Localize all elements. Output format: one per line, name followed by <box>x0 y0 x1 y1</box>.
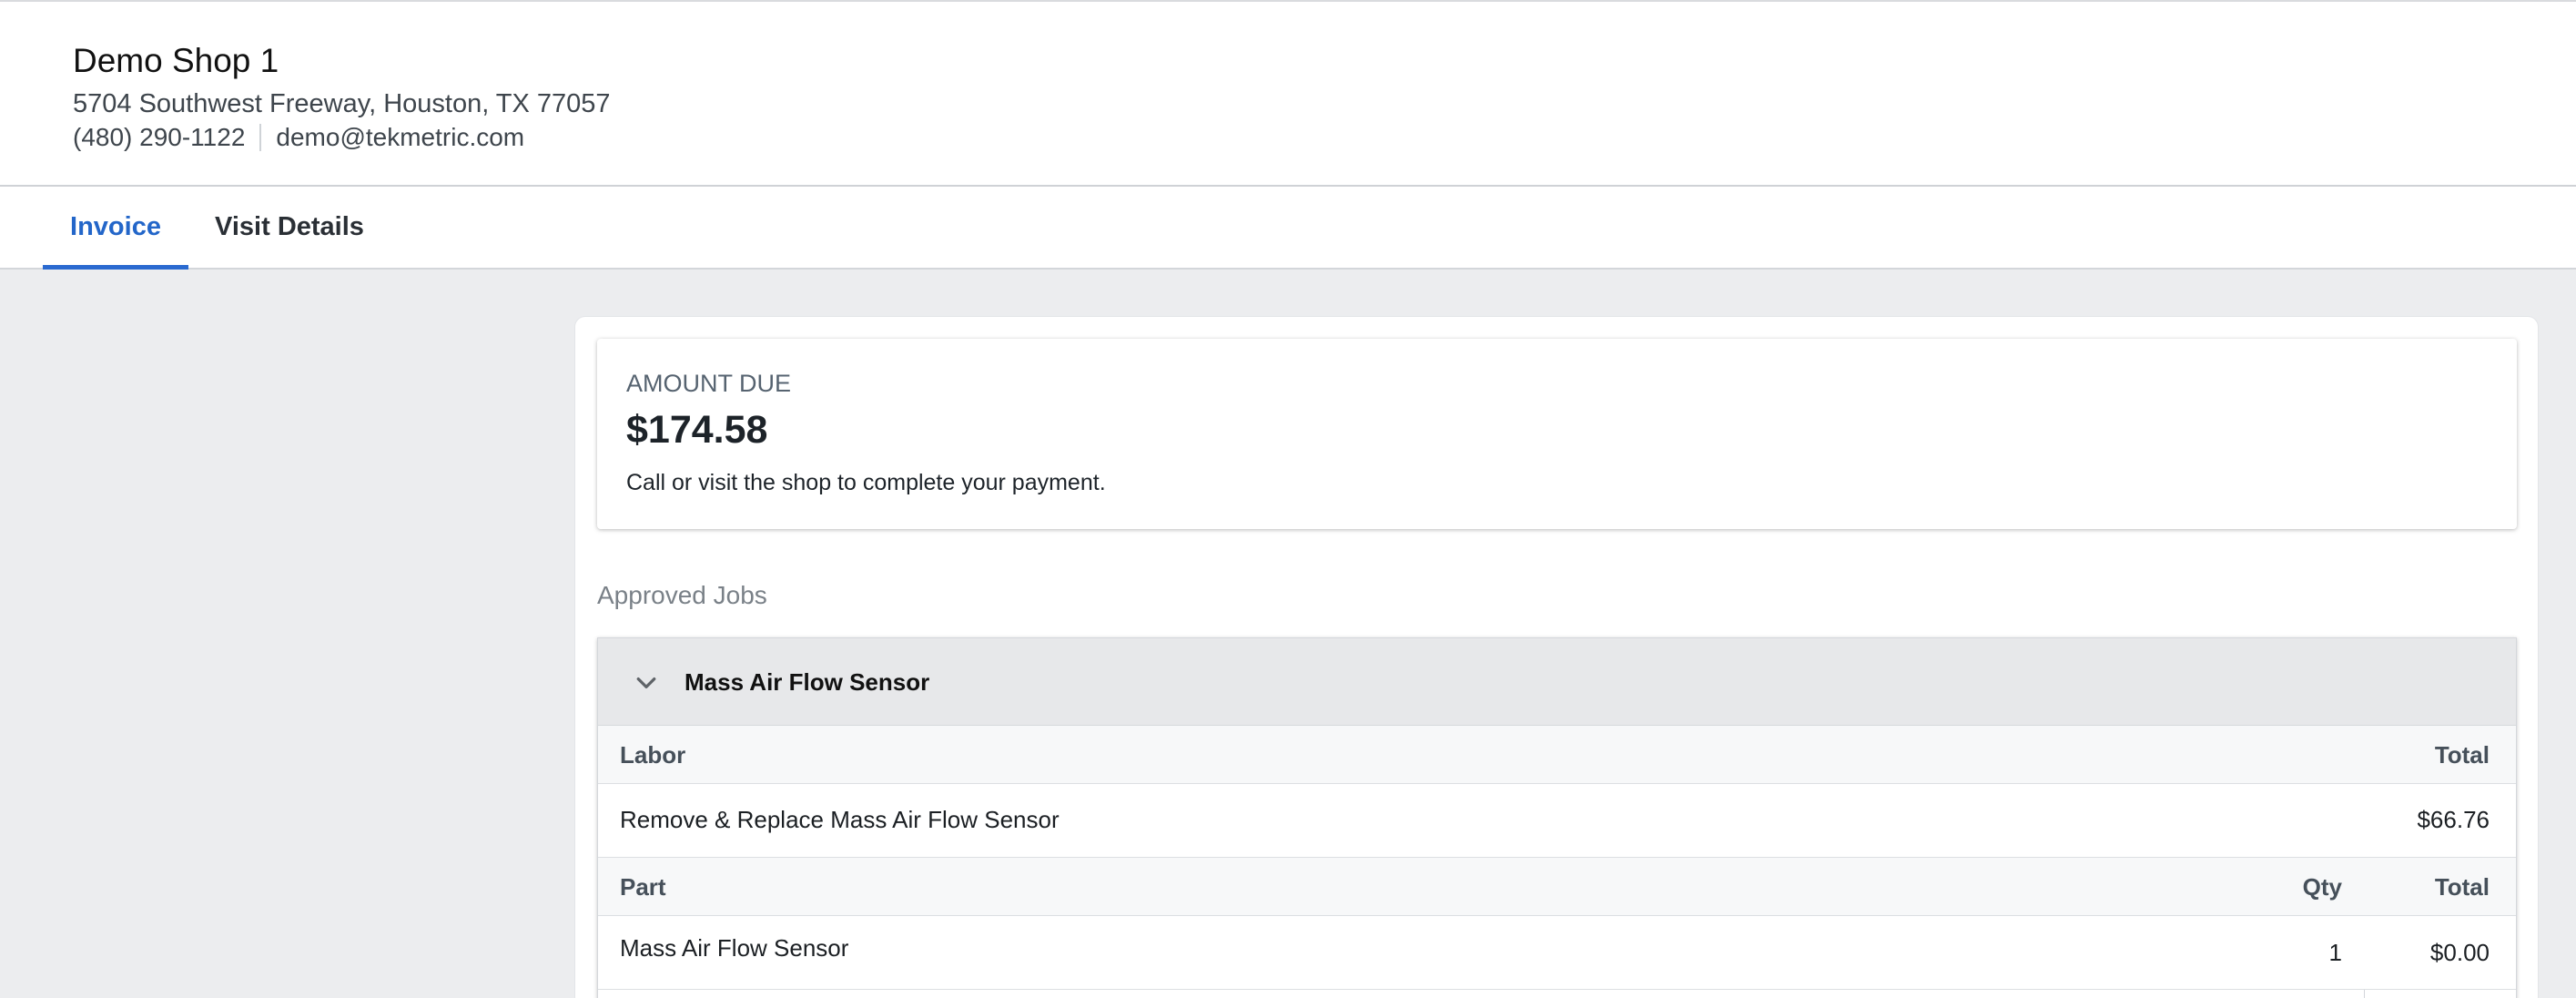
labor-column-header: Labor <box>620 741 686 769</box>
part-item-total: $0.00 <box>2429 939 2490 966</box>
part-row: Mass Air Flow Sensor 1 $0.00 <box>598 916 2516 990</box>
parts-header-row: Part Qty Total <box>598 858 2516 916</box>
qty-column-header: Qty <box>2302 873 2342 901</box>
shop-phone[interactable]: (480) 290-1122 <box>73 123 245 152</box>
shop-address: 5704 Southwest Freeway, Houston, TX 7705… <box>73 89 611 118</box>
shop-header: Demo Shop 1 5704 Southwest Freeway, Hous… <box>0 2 2576 185</box>
part-total-header: Total <box>2434 873 2490 901</box>
part-column-header: Part <box>620 873 666 901</box>
labor-item-name: Remove & Replace Mass Air Flow Sensor <box>620 806 1060 833</box>
amount-due-value: $174.58 <box>626 408 768 452</box>
contact-divider <box>259 124 262 151</box>
labor-total-header: Total <box>2434 741 2490 769</box>
labor-header-row: Labor Total <box>598 726 2516 784</box>
approved-jobs-title: Approved Jobs <box>597 581 767 609</box>
payment-note: Call or visit the shop to complete your … <box>626 470 1106 495</box>
tab-invoice[interactable]: Invoice <box>43 187 188 270</box>
job-card: Mass Air Flow Sensor Labor Total Remove … <box>597 637 2517 998</box>
shop-name: Demo Shop 1 <box>73 42 279 79</box>
shop-contact: (480) 290-1122 demo@tekmetric.com <box>73 122 524 153</box>
tab-bar: Invoice Visit Details <box>0 187 2576 270</box>
invoice-panel: AMOUNT DUE $174.58 Call or visit the sho… <box>574 316 2539 998</box>
job-title: Mass Air Flow Sensor <box>685 668 930 696</box>
labor-item-total: $66.76 <box>2417 806 2490 833</box>
part-item-name: Mass Air Flow Sensor <box>620 934 849 962</box>
column-divider <box>2364 990 2365 998</box>
job-header[interactable]: Mass Air Flow Sensor <box>598 638 2516 726</box>
chevron-down-icon[interactable] <box>633 669 660 697</box>
shop-email[interactable]: demo@tekmetric.com <box>276 123 524 152</box>
amount-due-card: AMOUNT DUE $174.58 Call or visit the sho… <box>597 339 2517 529</box>
tab-visit-details[interactable]: Visit Details <box>198 187 380 268</box>
labor-row: Remove & Replace Mass Air Flow Sensor $6… <box>598 784 2516 858</box>
part-item-qty: 1 <box>2328 939 2342 966</box>
amount-due-label: AMOUNT DUE <box>626 370 792 397</box>
